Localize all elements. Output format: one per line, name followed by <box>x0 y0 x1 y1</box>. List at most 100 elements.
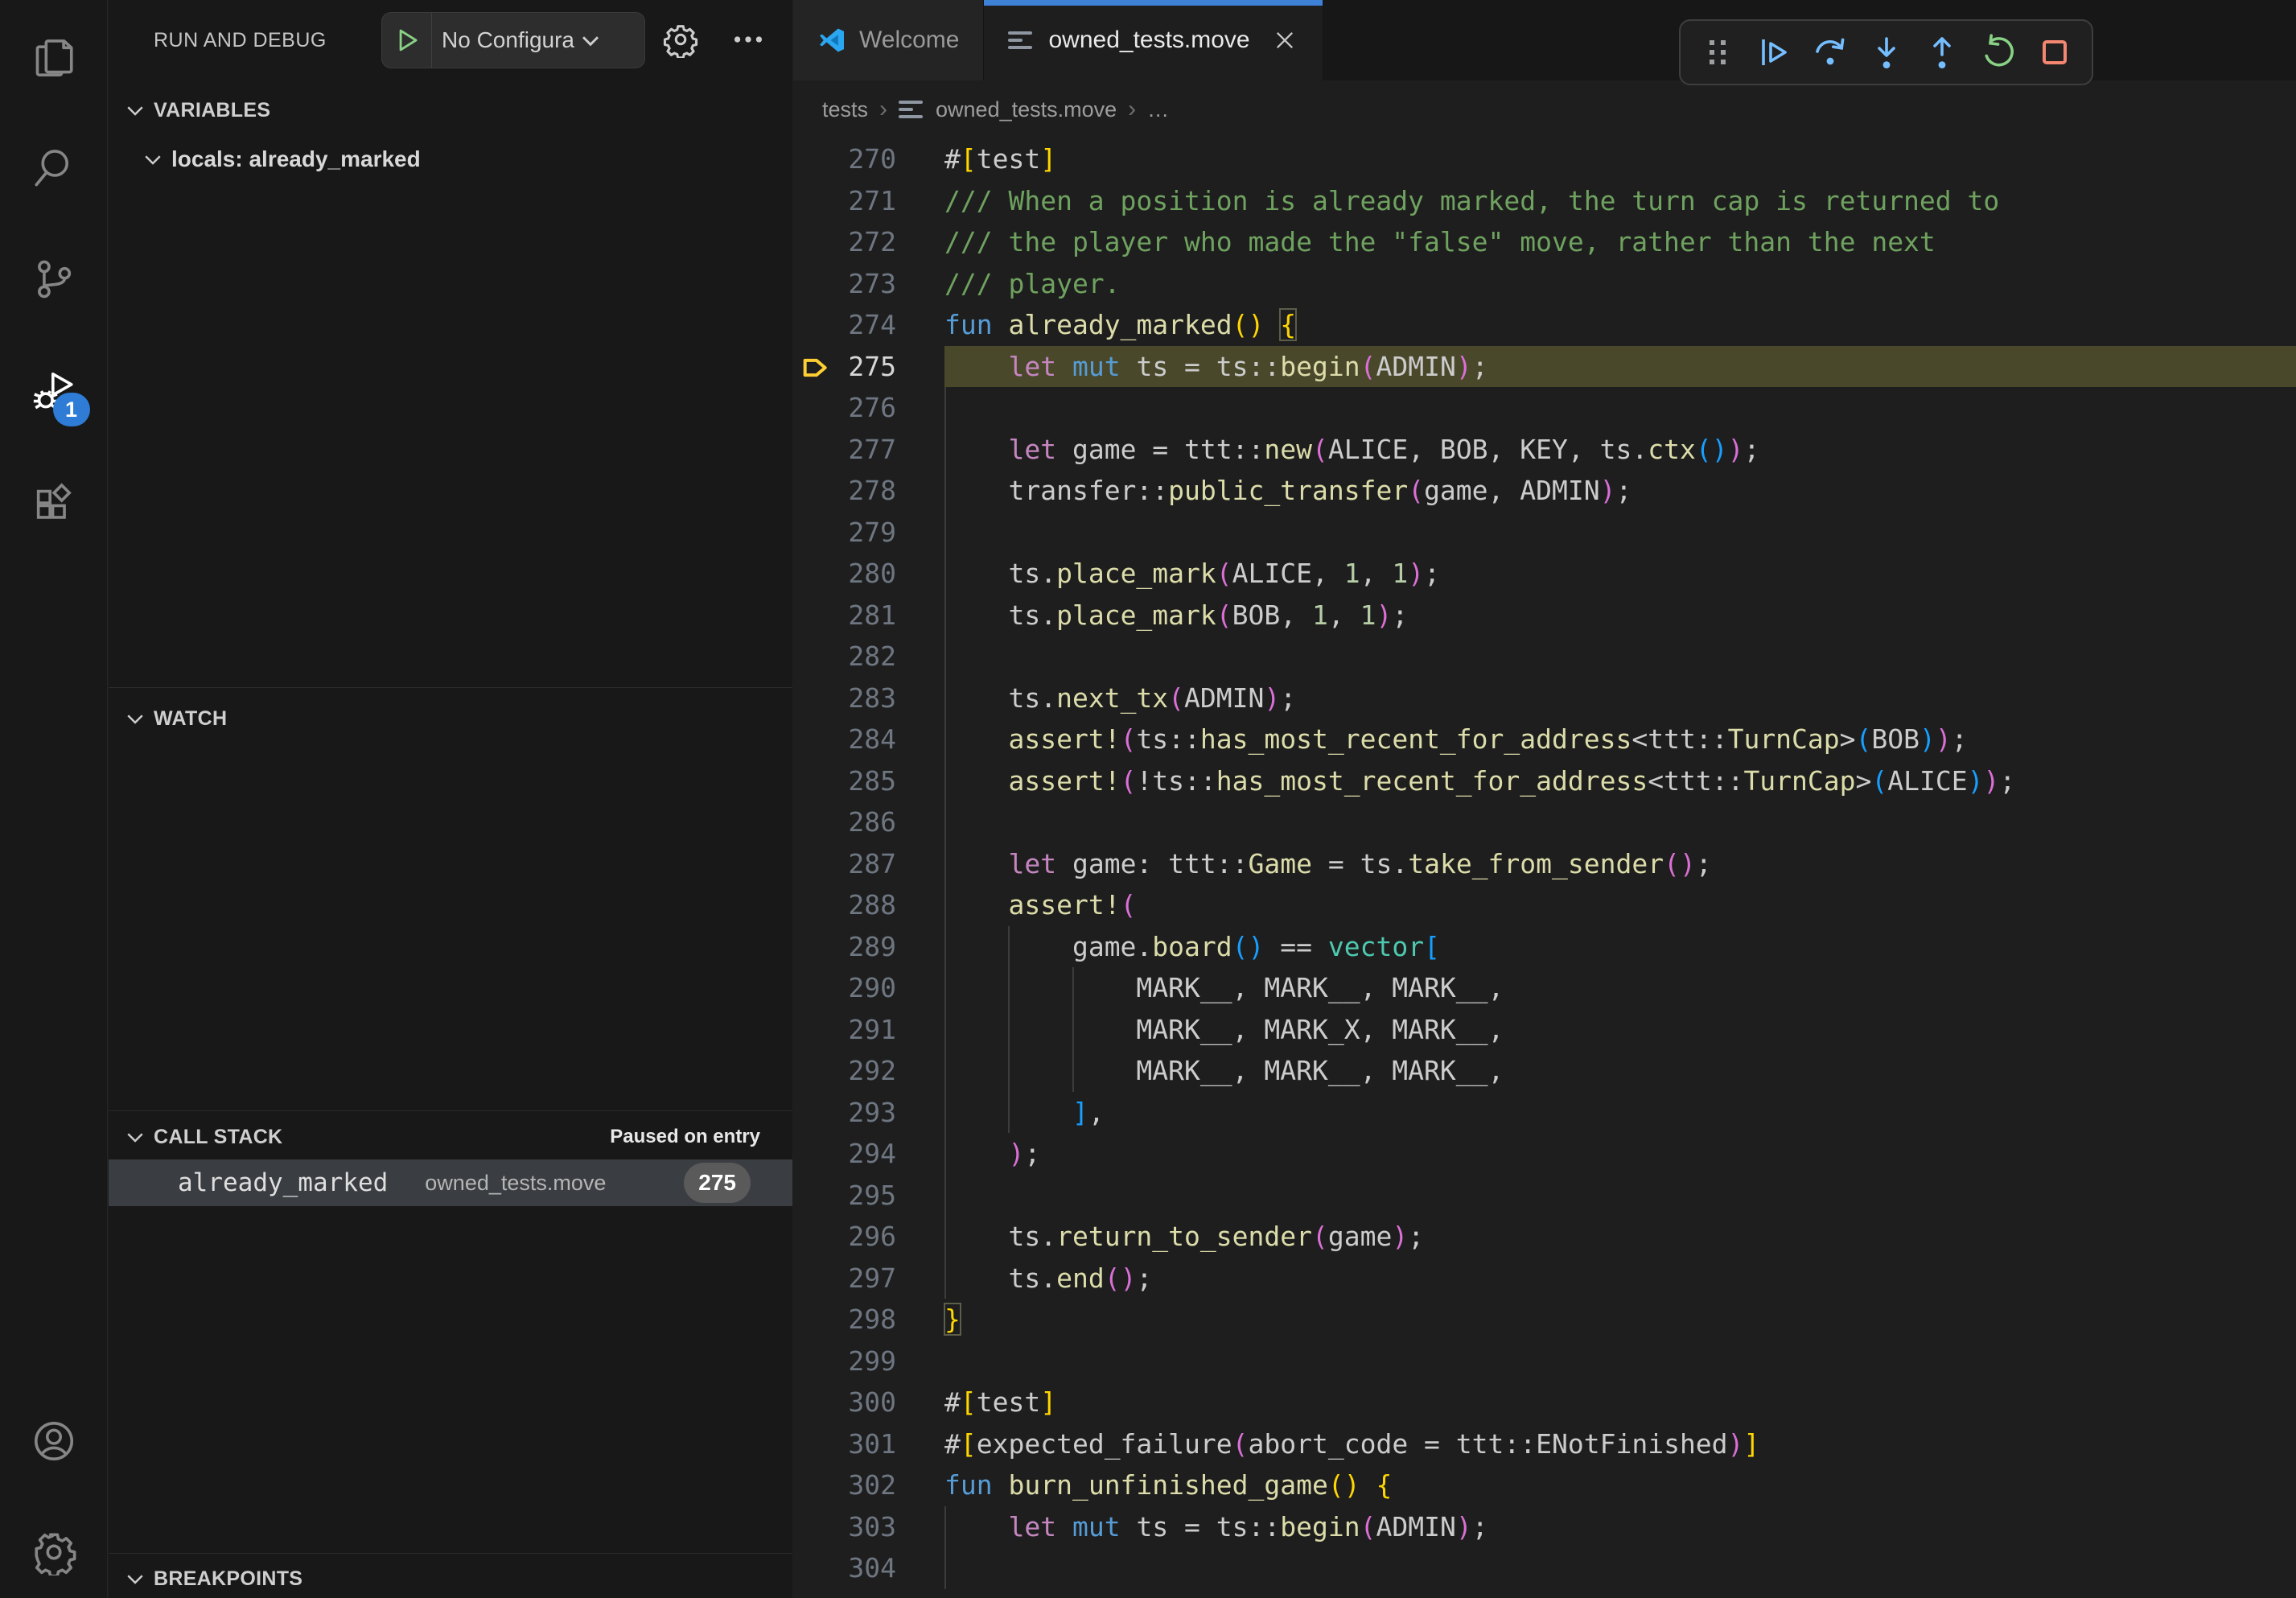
breakpoints-section-header[interactable]: BREAKPOINTS <box>109 1559 792 1598</box>
line-number[interactable]: 285 <box>793 760 944 802</box>
code-line-303[interactable]: 303 let mut ts = ts::begin(ADMIN); <box>793 1506 2296 1548</box>
line-number[interactable]: 272 <box>793 221 944 263</box>
run-and-debug-icon[interactable]: 1 <box>31 369 77 415</box>
settings-gear-icon[interactable] <box>31 1529 77 1575</box>
code-text[interactable]: ts.place_mark(ALICE, 1, 1); <box>944 553 2296 595</box>
code-text[interactable]: assert!(!ts::has_most_recent_for_address… <box>944 760 2296 802</box>
line-number[interactable]: 270 <box>793 138 944 180</box>
code-line-278[interactable]: 278 transfer::public_transfer(game, ADMI… <box>793 470 2296 512</box>
line-number[interactable]: 299 <box>793 1341 944 1382</box>
code-text[interactable]: MARK__, MARK__, MARK__, <box>944 967 2296 1009</box>
continue-icon[interactable] <box>1755 33 1793 72</box>
code-text[interactable]: ts.place_mark(BOB, 1, 1); <box>944 595 2296 636</box>
code-text[interactable]: ts.return_to_sender(game); <box>944 1216 2296 1258</box>
breadcrumb-file[interactable]: owned_tests.move <box>936 97 1117 122</box>
code-text[interactable]: assert!(ts::has_most_recent_for_address<… <box>944 719 2296 760</box>
start-debug-icon[interactable] <box>382 13 432 68</box>
debug-settings-gear-icon[interactable] <box>662 21 699 58</box>
code-text[interactable]: #[expected_failure(abort_code = ttt::ENo… <box>944 1423 2296 1465</box>
code-text[interactable]: ts.end(); <box>944 1258 2296 1299</box>
code-text[interactable] <box>944 1175 2296 1217</box>
code-line-302[interactable]: 302fun burn_unfinished_game() { <box>793 1464 2296 1506</box>
line-number[interactable]: 302 <box>793 1464 944 1506</box>
code-line-289[interactable]: 289 game.board() == vector[ <box>793 926 2296 968</box>
code-line-298[interactable]: 298} <box>793 1299 2296 1341</box>
code-line-291[interactable]: 291 MARK__, MARK_X, MARK__, <box>793 1009 2296 1051</box>
code-line-281[interactable]: 281 ts.place_mark(BOB, 1, 1); <box>793 595 2296 636</box>
line-number[interactable]: 276 <box>793 387 944 429</box>
explorer-icon[interactable] <box>31 32 77 79</box>
line-number[interactable]: 281 <box>793 595 944 636</box>
code-text[interactable]: let game = ttt::new(ALICE, BOB, KEY, ts.… <box>944 429 2296 471</box>
code-line-275[interactable]: 275 let mut ts = ts::begin(ADMIN); <box>793 346 2296 388</box>
code-text[interactable]: ], <box>944 1092 2296 1134</box>
code-line-283[interactable]: 283 ts.next_tx(ADMIN); <box>793 678 2296 719</box>
code-line-301[interactable]: 301#[expected_failure(abort_code = ttt::… <box>793 1423 2296 1465</box>
line-number[interactable]: 288 <box>793 884 944 926</box>
code-text[interactable] <box>944 1341 2296 1382</box>
line-number[interactable]: 301 <box>793 1423 944 1465</box>
stop-icon[interactable] <box>2035 33 2074 72</box>
code-text[interactable]: ); <box>944 1133 2296 1175</box>
code-line-288[interactable]: 288 assert!( <box>793 884 2296 926</box>
line-number[interactable]: 304 <box>793 1547 944 1589</box>
variables-section-header[interactable]: VARIABLES <box>109 89 792 132</box>
code-line-276[interactable]: 276 <box>793 387 2296 429</box>
line-number[interactable]: 287 <box>793 843 944 885</box>
line-number[interactable]: 294 <box>793 1133 944 1175</box>
debug-config-dropdown[interactable]: No Configura <box>381 12 645 68</box>
code-text[interactable] <box>944 387 2296 429</box>
code-line-285[interactable]: 285 assert!(!ts::has_most_recent_for_add… <box>793 760 2296 802</box>
code-text[interactable]: let mut ts = ts::begin(ADMIN); <box>944 346 2296 388</box>
code-text[interactable]: /// player. <box>944 263 2296 305</box>
code-text[interactable]: fun already_marked() { <box>944 304 2296 346</box>
code-line-271[interactable]: 271/// When a position is already marked… <box>793 180 2296 222</box>
code-line-299[interactable]: 299 <box>793 1341 2296 1382</box>
restart-icon[interactable] <box>1979 33 2018 72</box>
tab-owned-tests-move[interactable]: owned_tests.move <box>984 0 1323 80</box>
line-number[interactable]: 297 <box>793 1258 944 1299</box>
line-number[interactable]: 291 <box>793 1009 944 1051</box>
code-line-287[interactable]: 287 let game: ttt::Game = ts.take_from_s… <box>793 843 2296 885</box>
code-line-284[interactable]: 284 assert!(ts::has_most_recent_for_addr… <box>793 719 2296 760</box>
code-text[interactable]: let game: ttt::Game = ts.take_from_sende… <box>944 843 2296 885</box>
watch-section-header[interactable]: WATCH <box>109 697 792 740</box>
line-number[interactable]: 303 <box>793 1506 944 1548</box>
line-number[interactable]: 284 <box>793 719 944 760</box>
code-line-290[interactable]: 290 MARK__, MARK__, MARK__, <box>793 967 2296 1009</box>
line-number[interactable]: 296 <box>793 1216 944 1258</box>
line-number[interactable]: 278 <box>793 470 944 512</box>
code-line-270[interactable]: 270#[test] <box>793 138 2296 180</box>
code-line-279[interactable]: 279 <box>793 512 2296 554</box>
step-over-icon[interactable] <box>1811 33 1850 72</box>
code-line-295[interactable]: 295 <box>793 1175 2296 1217</box>
section-divider[interactable] <box>109 687 792 688</box>
line-number[interactable]: 295 <box>793 1175 944 1217</box>
code-text[interactable]: assert!( <box>944 884 2296 926</box>
code-text[interactable]: let mut ts = ts::begin(ADMIN); <box>944 1506 2296 1548</box>
code-line-277[interactable]: 277 let game = ttt::new(ALICE, BOB, KEY,… <box>793 429 2296 471</box>
account-icon[interactable] <box>31 1418 77 1464</box>
line-number[interactable]: 282 <box>793 636 944 678</box>
code-text[interactable]: #[test] <box>944 1382 2296 1423</box>
step-out-icon[interactable] <box>1923 33 1961 72</box>
line-number[interactable]: 273 <box>793 263 944 305</box>
extensions-icon[interactable] <box>31 481 77 528</box>
line-number[interactable]: 271 <box>793 180 944 222</box>
code-text[interactable] <box>944 512 2296 554</box>
line-number[interactable]: 298 <box>793 1299 944 1341</box>
line-number[interactable]: 286 <box>793 801 944 843</box>
code-text[interactable]: ts.next_tx(ADMIN); <box>944 678 2296 719</box>
code-line-294[interactable]: 294 ); <box>793 1133 2296 1175</box>
code-line-280[interactable]: 280 ts.place_mark(ALICE, 1, 1); <box>793 553 2296 595</box>
code-text[interactable] <box>944 801 2296 843</box>
source-control-icon[interactable] <box>31 256 77 303</box>
code-text[interactable]: #[test] <box>944 138 2296 180</box>
code-text[interactable]: game.board() == vector[ <box>944 926 2296 968</box>
line-number[interactable]: 300 <box>793 1382 944 1423</box>
code-text[interactable]: } <box>944 1299 2296 1341</box>
code-text[interactable]: MARK__, MARK_X, MARK__, <box>944 1009 2296 1051</box>
code-line-274[interactable]: 274fun already_marked() { <box>793 304 2296 346</box>
call-stack-frame-row[interactable]: already_marked owned_tests.move 275 <box>109 1159 792 1206</box>
breadcrumb-symbol[interactable]: … <box>1147 97 1169 122</box>
